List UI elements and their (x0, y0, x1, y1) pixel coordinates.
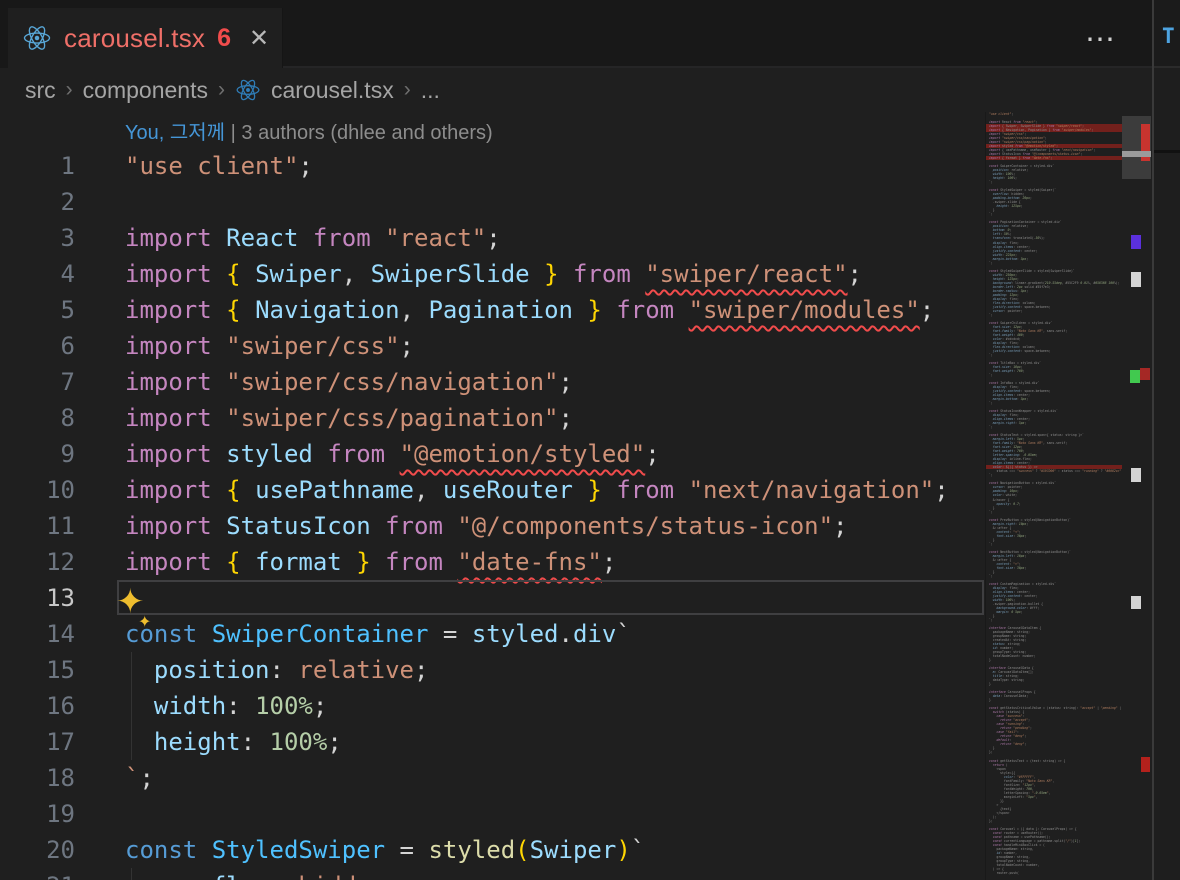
code-line-10[interactable]: 10import { usePathname, useRouter } from… (0, 472, 985, 508)
ruler-white-mark-1 (1131, 272, 1141, 287)
tab-carousel-tsx[interactable]: carousel.tsx 6 ✕ (8, 8, 283, 68)
react-icon (235, 77, 261, 103)
line-number: 7 (0, 364, 125, 400)
minimap-line: status === "success" ? "#597D00" : statu… (986, 469, 1122, 473)
code-text: `; (125, 760, 154, 796)
chevron-right-icon: › (218, 78, 225, 102)
indent-guide (131, 868, 132, 880)
indent-guide (131, 652, 132, 760)
line-number: 6 (0, 328, 125, 364)
breadcrumb-symbol-ellipsis[interactable]: ... (421, 77, 440, 104)
blame-authors-text: | 3 authors (dhlee and others) (225, 122, 493, 144)
code-text: import React from "react"; (125, 220, 501, 256)
line-number: 21 (0, 868, 125, 880)
line-number: 1 (0, 148, 125, 184)
code-line-4[interactable]: 4import { Swiper, SwiperSlide } from "sw… (0, 256, 985, 292)
code-text: import { Navigation, Pagination } from "… (125, 292, 934, 328)
ruler-white-mark-2 (1131, 468, 1141, 482)
code-text: import "swiper/css/pagination"; (125, 400, 573, 436)
code-line-8[interactable]: 8import "swiper/css/pagination"; (0, 400, 985, 436)
react-icon (22, 23, 52, 53)
ruler-red-mark-a (1140, 368, 1150, 380)
current-line-highlight (117, 580, 984, 615)
breadcrumb: src › components › carousel.tsx › ... (0, 68, 1152, 112)
code-line-15[interactable]: 15 position: relative; (0, 652, 985, 688)
copilot-sparkle-icon-small: ✦ (138, 612, 151, 631)
ruler-white-mark-3 (1131, 596, 1141, 609)
line-number: 10 (0, 472, 125, 508)
line-number: 15 (0, 652, 125, 688)
more-actions-icon[interactable]: ⋯ (1085, 22, 1117, 57)
breadcrumb-components[interactable]: components (83, 77, 208, 104)
chevron-right-icon: › (66, 78, 73, 102)
adjacent-tab-peek-text: T (1162, 24, 1175, 48)
ruler-green-mark (1130, 370, 1140, 383)
ruler-cursor-band (1122, 151, 1151, 157)
adjacent-editor-strip (1154, 0, 1180, 880)
line-number: 13 (0, 580, 125, 616)
line-number: 11 (0, 508, 125, 544)
breadcrumb-file[interactable]: carousel.tsx (271, 77, 394, 104)
tab-title: carousel.tsx (64, 23, 205, 54)
minimap[interactable]: "use client";import React from "react";i… (985, 112, 1122, 880)
line-number: 16 (0, 688, 125, 724)
code-line-3[interactable]: 3import React from "react"; (0, 220, 985, 256)
code-text: import { format } from "date-fns"; (125, 544, 616, 580)
code-text: width: 100%; (125, 688, 327, 724)
tab-bar: carousel.tsx 6 ✕ ⋯ (0, 0, 1180, 68)
code-line-18[interactable]: 18`; (0, 760, 985, 796)
code-line-21[interactable]: 21 overflow: hidden; (0, 868, 985, 880)
minimap-line: router.push( (986, 871, 1122, 875)
code-text: import { Swiper, SwiperSlide } from "swi… (125, 256, 862, 292)
line-number: 4 (0, 256, 125, 292)
code-line-1[interactable]: 1"use client"; (0, 148, 985, 184)
line-number: 19 (0, 796, 125, 832)
code-text: import { usePathname, useRouter } from "… (125, 472, 949, 508)
code-text: const SwiperContainer = styled.div` (125, 616, 631, 652)
line-number: 5 (0, 292, 125, 328)
gitlens-blame-codelens: You, 그저께 | 3 authors (dhlee and others) (125, 116, 493, 145)
blame-authors-link[interactable]: You, 그저께 (125, 122, 225, 144)
code-text: import StatusIcon from "@/components/sta… (125, 508, 848, 544)
code-text: const StyledSwiper = styled(Swiper)` (125, 832, 645, 868)
code-editor[interactable]: You, 그저께 | 3 authors (dhlee and others) … (0, 112, 985, 880)
code-line-7[interactable]: 7import "swiper/css/navigation"; (0, 364, 985, 400)
code-line-11[interactable]: 11import StatusIcon from "@/components/s… (0, 508, 985, 544)
close-icon[interactable]: ✕ (249, 24, 269, 53)
code-text: height: 100%; (125, 724, 342, 760)
line-number: 18 (0, 760, 125, 796)
code-line-13[interactable]: 13 (0, 580, 985, 616)
line-number: 17 (0, 724, 125, 760)
code-line-6[interactable]: 6import "swiper/css"; (0, 328, 985, 364)
code-text: import "swiper/css"; (125, 328, 414, 364)
line-number: 14 (0, 616, 125, 652)
line-number: 2 (0, 184, 125, 220)
code-text: "use client"; (125, 148, 313, 184)
vscode-window: carousel.tsx 6 ✕ ⋯ src › components › ca… (0, 0, 1180, 880)
code-line-19[interactable]: 19 (0, 796, 985, 832)
line-number: 20 (0, 832, 125, 868)
line-number: 9 (0, 436, 125, 472)
code-line-17[interactable]: 17 height: 100%; (0, 724, 985, 760)
code-line-20[interactable]: 20const StyledSwiper = styled(Swiper)` (0, 832, 985, 868)
line-number: 3 (0, 220, 125, 256)
code-lines-container: 1"use client";23import React from "react… (0, 148, 985, 880)
code-line-2[interactable]: 2 (0, 184, 985, 220)
code-line-16[interactable]: 16 width: 100%; (0, 688, 985, 724)
line-number: 8 (0, 400, 125, 436)
breadcrumb-src[interactable]: src (25, 77, 56, 104)
code-text: overflow: hidden; (125, 868, 400, 880)
code-text: import "swiper/css/navigation"; (125, 364, 573, 400)
code-line-12[interactable]: 12import { format } from "date-fns"; (0, 544, 985, 580)
code-text: import styled from "@emotion/styled"; (125, 436, 660, 472)
tab-error-badge: 6 (217, 24, 231, 53)
chevron-right-icon: › (404, 78, 411, 102)
code-line-9[interactable]: 9import styled from "@emotion/styled"; (0, 436, 985, 472)
line-number: 12 (0, 544, 125, 580)
ruler-red-mark-b (1141, 757, 1150, 772)
ruler-purple-mark (1131, 235, 1141, 249)
code-line-5[interactable]: 5import { Navigation, Pagination } from … (0, 292, 985, 328)
adjacent-strip-shadow (1154, 150, 1180, 153)
code-text: position: relative; (125, 652, 428, 688)
